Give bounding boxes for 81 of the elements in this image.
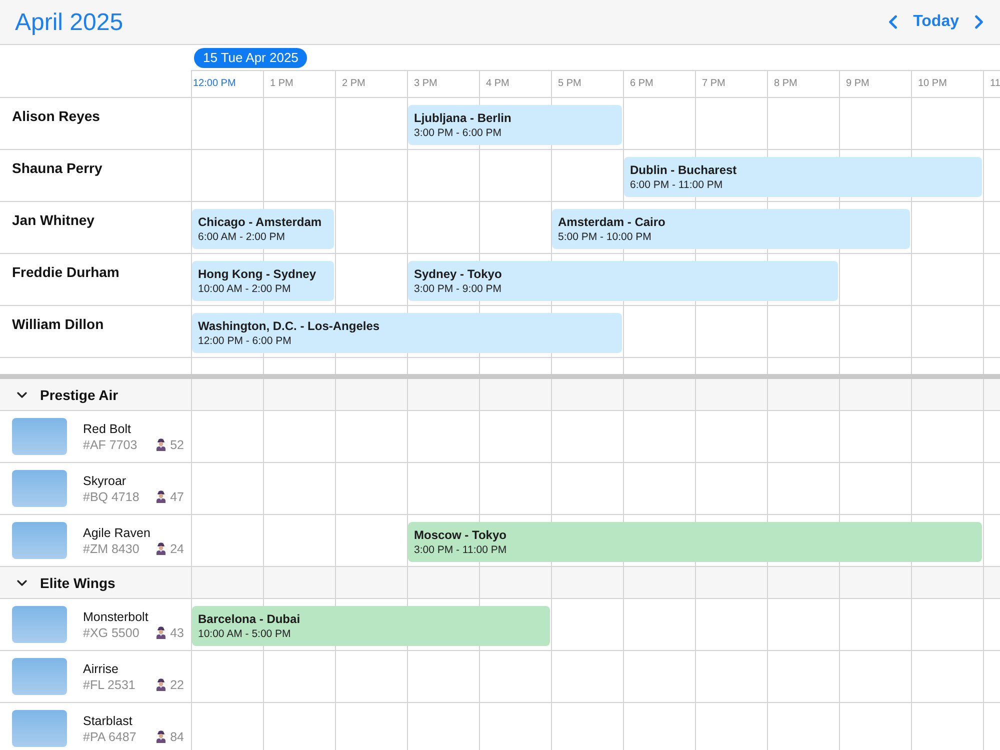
- flight-route: Washington, D.C. - Los-Angeles: [198, 318, 381, 334]
- flight-time: 6:00 AM - 2:00 PM: [198, 230, 286, 244]
- aircraft-code: #XG 5500: [83, 624, 140, 640]
- aircraft-code: #PA 6487: [83, 728, 136, 744]
- group-name: Elite Wings: [40, 574, 116, 590]
- flight-time: 10:00 AM - 5:00 PM: [198, 627, 292, 641]
- crew-name: Shauna Perry: [12, 160, 102, 176]
- person-icon: [156, 438, 166, 451]
- flight-time: 10:00 AM - 2:00 PM: [198, 282, 292, 296]
- aircraft-code: #ZM 8430: [83, 540, 140, 556]
- aircraft-name: Starblast: [83, 712, 132, 728]
- flight-route: Hong Kong - Sydney: [198, 266, 317, 282]
- aircraft-code: #BQ 4718: [83, 488, 140, 504]
- flight-time: 5:00 PM - 10:00 PM: [558, 230, 652, 244]
- crew-name: Jan Whitney: [12, 212, 94, 228]
- person-icon: [156, 542, 166, 555]
- flight-event[interactable]: Dublin - Bucharest 6:00 PM - 11:00 PM: [624, 157, 982, 197]
- flight-time: 3:00 PM - 11:00 PM: [414, 543, 508, 557]
- photo-placeholder: [12, 658, 67, 695]
- flight-route: Barcelona - Dubai: [198, 611, 302, 627]
- hour-label: 8 PM: [773, 78, 798, 90]
- seat-count: 22: [170, 676, 184, 692]
- date-badge: 15 Tue Apr 2025: [194, 48, 308, 68]
- flight-route: Sydney - Tokyo: [414, 266, 503, 282]
- photo-placeholder: [12, 710, 67, 747]
- flight-event[interactable]: Barcelona - Dubai 10:00 AM - 5:00 PM: [192, 606, 550, 646]
- seat-count: 43: [170, 624, 184, 640]
- today-button[interactable]: Today: [913, 12, 959, 32]
- aircraft-code: #FL 2531: [83, 676, 136, 692]
- hour-label: 1 PM: [269, 78, 294, 90]
- photo-placeholder: [12, 606, 67, 643]
- hour-label: 7 PM: [701, 78, 726, 90]
- flight-event[interactable]: Moscow - Tokyo 3:00 PM - 11:00 PM: [408, 522, 982, 562]
- aircraft-name: Agile Raven: [83, 524, 150, 540]
- aircraft-code: #AF 7703: [83, 436, 138, 452]
- hour-label: 5 PM: [557, 78, 582, 90]
- hour-label: 4 PM: [485, 78, 510, 90]
- group-header[interactable]: Prestige Air: [0, 379, 1000, 411]
- person-icon: [156, 626, 166, 639]
- aircraft-name: Red Bolt: [83, 420, 131, 436]
- crew-name: Alison Reyes: [12, 108, 100, 124]
- hour-label: 3 PM: [413, 78, 438, 90]
- flight-event[interactable]: Amsterdam - Cairo 5:00 PM - 10:00 PM: [552, 209, 910, 249]
- hour-label: 2 PM: [341, 78, 366, 90]
- seat-count: 24: [170, 540, 184, 556]
- flight-event[interactable]: Chicago - Amsterdam 6:00 AM - 2:00 PM: [192, 209, 334, 249]
- flight-route: Dublin - Bucharest: [630, 162, 738, 178]
- seat-count: 52: [170, 436, 184, 452]
- crew-name: William Dillon: [12, 316, 104, 332]
- hour-label: 10 PM: [917, 78, 947, 90]
- flight-time: 12:00 PM - 6:00 PM: [198, 334, 292, 348]
- group-name: Prestige Air: [40, 386, 118, 402]
- aircraft-name: Monsterbolt: [83, 608, 148, 624]
- group-header[interactable]: Elite Wings: [0, 567, 1000, 599]
- hour-label: 11: [989, 78, 1000, 90]
- photo-placeholder: [12, 418, 67, 455]
- flight-event[interactable]: Ljubljana - Berlin 3:00 PM - 6:00 PM: [408, 105, 622, 145]
- hour-label: 6 PM: [629, 78, 654, 90]
- flight-event[interactable]: Washington, D.C. - Los-Angeles 12:00 PM - 6:00 PM: [192, 313, 622, 353]
- flight-route: Amsterdam - Cairo: [558, 214, 666, 230]
- flight-event[interactable]: Sydney - Tokyo 3:00 PM - 9:00 PM: [408, 261, 838, 301]
- hour-label: 12:00 PM: [192, 78, 236, 90]
- person-icon: [156, 730, 166, 743]
- photo-placeholder: [12, 522, 67, 559]
- aircraft-name: Skyroar: [83, 472, 126, 488]
- flight-event[interactable]: Hong Kong - Sydney 10:00 AM - 2:00 PM: [192, 261, 334, 301]
- flight-route: Ljubljana - Berlin: [414, 110, 512, 126]
- aircraft-name: Airrise: [83, 660, 118, 676]
- flight-time: 3:00 PM - 9:00 PM: [414, 282, 503, 296]
- month-title: April 2025: [15, 8, 124, 36]
- seat-count: 84: [170, 728, 184, 744]
- seat-count: 47: [170, 488, 184, 504]
- crew-name: Freddie Durham: [12, 264, 120, 280]
- flight-route: Chicago - Amsterdam: [198, 214, 323, 230]
- photo-placeholder: [12, 470, 67, 507]
- flight-time: 6:00 PM - 11:00 PM: [630, 178, 724, 192]
- person-icon: [156, 490, 166, 503]
- hour-label: 9 PM: [845, 78, 870, 90]
- flight-time: 3:00 PM - 6:00 PM: [414, 126, 503, 140]
- flight-route: Moscow - Tokyo: [414, 527, 508, 543]
- person-icon: [156, 678, 166, 691]
